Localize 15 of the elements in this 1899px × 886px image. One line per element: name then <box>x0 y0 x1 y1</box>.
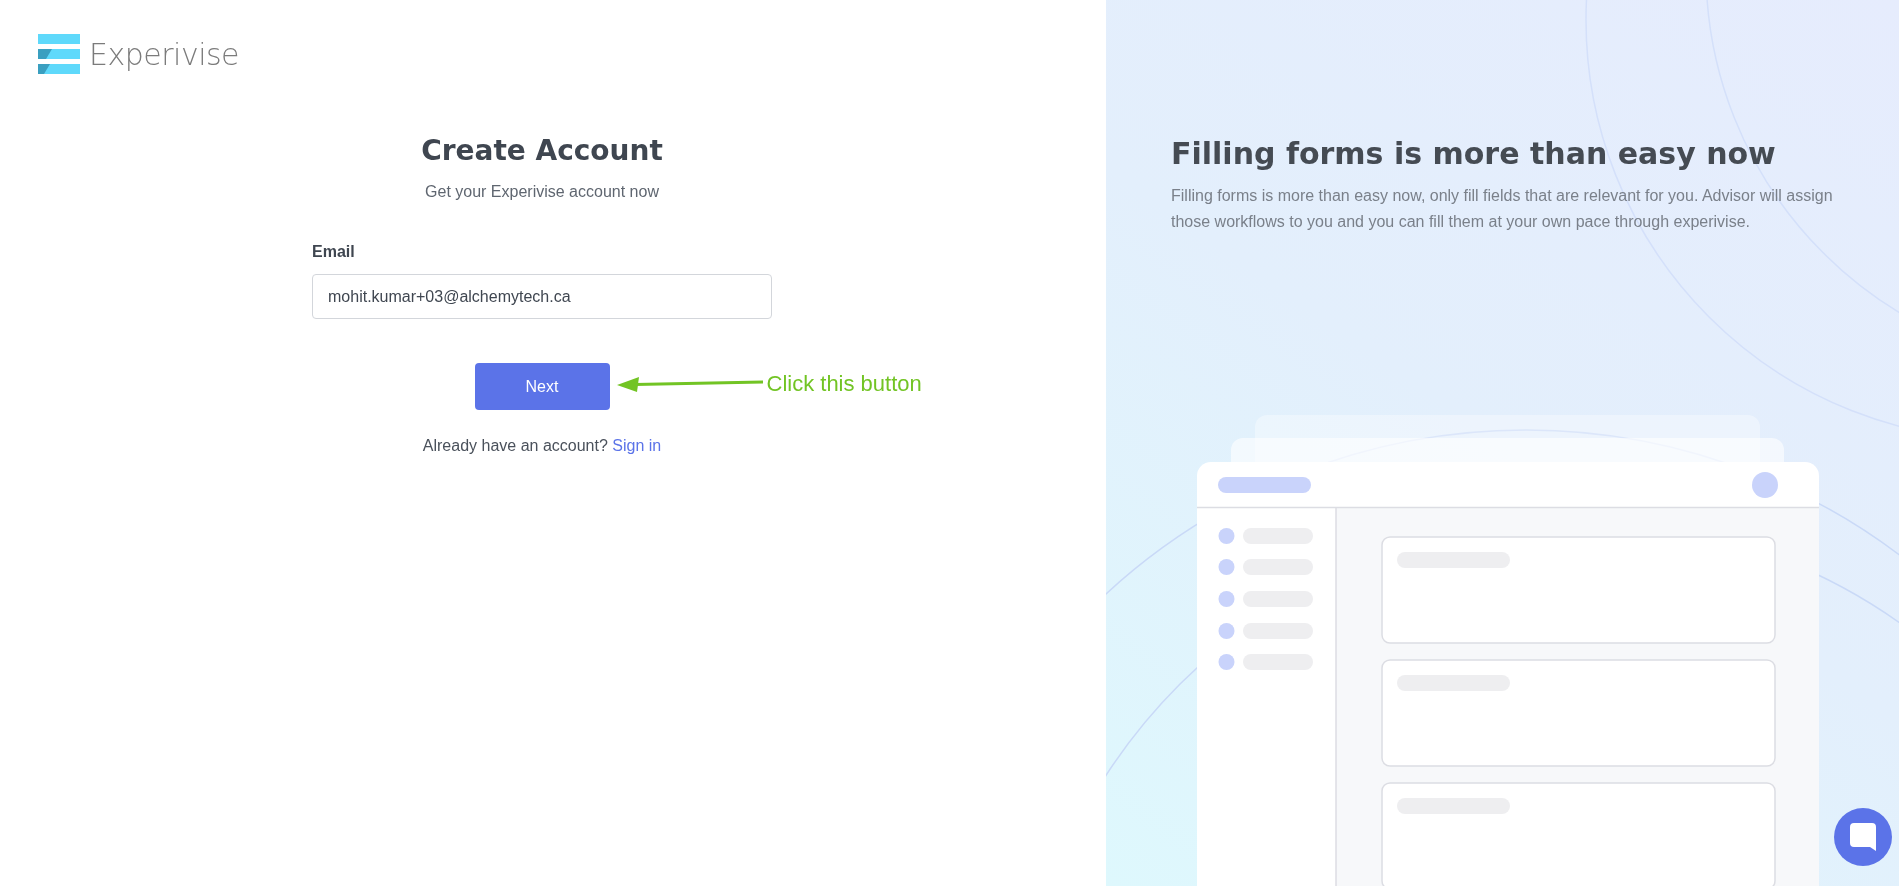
annotation-text: Click this button <box>766 371 922 397</box>
signin-link[interactable]: Sign in <box>612 437 662 454</box>
form-title: Create Account <box>420 134 664 167</box>
form-subtitle: Get your Experivise account now <box>424 183 660 201</box>
promo-title: Filling forms is more than easy now <box>1171 136 1777 171</box>
chat-button[interactable] <box>1834 808 1892 866</box>
next-button[interactable]: Next <box>474 363 610 410</box>
email-field[interactable]: mohit.kumar+03@alchemytech.ca <box>312 274 772 319</box>
arrow-icon <box>616 376 763 392</box>
logo-text: Experivise <box>89 36 240 72</box>
chat-icon <box>1850 823 1876 851</box>
logo-icon <box>38 34 80 74</box>
promo-text: Filling forms is more than easy now, only fill fields that are relevant for you. Advisor will assign those workflows to you and you can fill them at your own pace through experivise. <box>1171 186 1834 232</box>
signin-prompt: Already have an account? <box>422 437 608 454</box>
email-label: Email <box>312 243 356 261</box>
